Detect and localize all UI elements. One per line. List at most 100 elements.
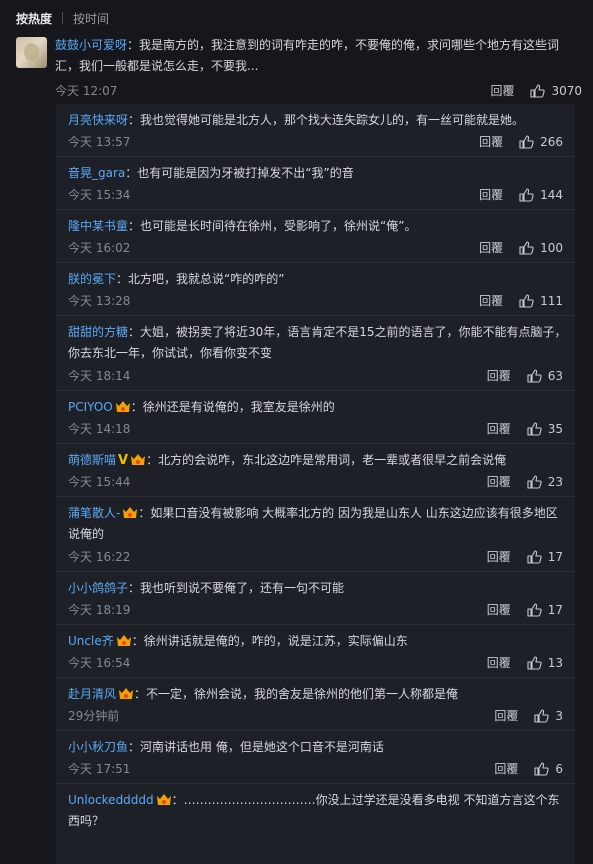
like-button[interactable]: 35 <box>527 422 563 436</box>
reply-button[interactable]: 回覆 <box>487 601 511 618</box>
reply-body: ：北方吧，我就总说“咋的咋的” <box>116 272 285 286</box>
like-button[interactable]: 144 <box>519 188 563 202</box>
like-count: 17 <box>547 602 563 617</box>
username-link[interactable]: PCIYOO <box>68 400 113 414</box>
username-link[interactable]: Unlockeddddd <box>68 793 154 807</box>
thumbs-up-icon <box>527 655 542 670</box>
fan-badge-icon <box>115 401 130 412</box>
username-link[interactable]: 鼓鼓小可爱呀 <box>55 38 127 52</box>
reply-button[interactable]: 回覆 <box>479 239 503 256</box>
username-link[interactable]: 隆中某书童 <box>68 219 128 233</box>
fan-badge-icon <box>119 688 134 699</box>
username-link[interactable]: 朕的冕下 <box>68 272 116 286</box>
like-button[interactable]: 17 <box>527 603 563 617</box>
reply-item: Unlockeddddd ：……………………………你没上过学还是没看多电视 不知道… <box>56 784 575 864</box>
sort-bar: 按热度 按时间 <box>16 8 109 28</box>
timestamp: 今天 15:44 <box>68 475 131 489</box>
sort-by-time-tab[interactable]: 按时间 <box>73 10 109 27</box>
reply-body: ：北方的会说咋，东北这边咋是常用词，老一辈或者很早之前会说俺 <box>146 453 507 467</box>
reply-body: ：河南讲话也用 俺，但是她这个口音不是河南话 <box>128 740 384 754</box>
timestamp: 今天 15:34 <box>68 188 131 202</box>
thumbs-up-icon <box>530 83 546 98</box>
thumbs-up-icon <box>519 293 534 308</box>
reply-item: 赴月清风 ：不一定，徐州会说，我的舍友是徐州的他们第一人称都是俺 29分钟前 回覆… <box>56 678 575 731</box>
reply-actions: 回覆 100 <box>479 239 563 256</box>
reply-item: 隆中某书童：也可能是长时间待在徐州，受影响了，徐州说“俺”。 今天 16:02 … <box>56 210 575 263</box>
username-link[interactable]: 甜甜的方糖 <box>68 325 128 339</box>
timestamp: 今天 13:57 <box>68 135 131 149</box>
reply-actions: 回覆 3 <box>494 707 563 724</box>
like-count: 6 <box>555 761 563 776</box>
reply-button[interactable]: 回覆 <box>487 473 511 490</box>
reply-button[interactable]: 回覆 <box>479 186 503 203</box>
reply-item: Uncle齐 ：徐州讲话就是俺的，咋的，说是江苏，实际偏山东 今天 16:54 回… <box>56 625 575 678</box>
reply-button[interactable]: 回覆 <box>487 548 511 565</box>
reply-item: 蒲笔散人- ：如果口音没有被影响 大概率北方的 因为我是山东人 山东这边应该有很多… <box>56 497 575 572</box>
timestamp: 今天 18:14 <box>68 369 131 383</box>
fan-badge-icon <box>156 794 171 805</box>
sort-by-hot-tab[interactable]: 按热度 <box>16 10 52 27</box>
reply-actions: 回覆 266 <box>479 133 563 150</box>
reply-button[interactable]: 回覆 <box>490 82 514 99</box>
username-link[interactable]: 音晃_gara <box>68 166 125 180</box>
like-button[interactable]: 6 <box>534 762 563 776</box>
username-link[interactable]: 赴月清风 <box>68 687 116 701</box>
reply-button[interactable]: 回覆 <box>494 760 518 777</box>
reply-button[interactable]: 回覆 <box>487 367 511 384</box>
reply-button[interactable]: 回覆 <box>487 654 511 671</box>
avatar[interactable] <box>16 37 47 68</box>
reply-actions: 回覆 17 <box>487 548 563 565</box>
timestamp: 今天 13:28 <box>68 294 131 308</box>
like-count: 63 <box>547 368 563 383</box>
reply-item: 月亮快来呀：我也觉得她可能是北方人，那个找大连失踪女儿的，有一丝可能就是她。 今… <box>56 104 575 157</box>
timestamp: 今天 16:02 <box>68 241 131 255</box>
fan-badge-icon <box>123 507 138 518</box>
like-button[interactable]: 100 <box>519 241 563 255</box>
username-link[interactable]: 蒲笔散人- <box>68 506 120 520</box>
like-button[interactable]: 17 <box>527 550 563 564</box>
reply-button[interactable]: 回覆 <box>479 133 503 150</box>
like-button[interactable]: 3 <box>534 709 563 723</box>
timestamp: 29分钟前 <box>68 709 120 723</box>
username-link[interactable]: 小小鸽鸽子 <box>68 581 128 595</box>
reply-body: ：我也听到说不要俺了，还有一句不可能 <box>128 581 345 595</box>
reply-item: 音晃_gara：也有可能是因为牙被打掉发不出“我”的音 今天 15:34 回覆 … <box>56 157 575 210</box>
reply-body: ：我也觉得她可能是北方人，那个找大连失踪女儿的，有一丝可能就是她。 <box>128 113 525 127</box>
like-count: 35 <box>547 421 563 436</box>
like-button[interactable]: 3070 <box>530 84 582 98</box>
fan-badge-icon <box>116 635 131 646</box>
thumbs-up-icon <box>519 187 534 202</box>
timestamp: 今天 18:19 <box>68 603 131 617</box>
like-count: 13 <box>547 655 563 670</box>
reply-body: ：如果口音没有被影响 大概率北方的 因为我是山东人 山东这边应该有很多地区说俺的 <box>68 506 558 541</box>
like-button[interactable]: 111 <box>519 294 563 308</box>
thumbs-up-icon <box>534 708 550 723</box>
timestamp: 今天 12:07 <box>55 84 118 98</box>
like-count: 100 <box>540 240 563 255</box>
reply-button[interactable]: 回覆 <box>479 292 503 309</box>
like-button[interactable]: 13 <box>527 656 563 670</box>
thumbs-up-icon <box>527 549 542 564</box>
like-button[interactable]: 23 <box>527 475 563 489</box>
reply-actions: 回覆 63 <box>487 367 563 384</box>
like-button[interactable]: 63 <box>527 369 563 383</box>
fan-badge-icon <box>131 454 146 465</box>
username-link[interactable]: 月亮快来呀 <box>68 113 128 127</box>
reply-item: 萌德斯喵 V ：北方的会说咋，东北这边咋是常用词，老一辈或者很早之前会说俺 今天 1… <box>56 444 575 497</box>
username-link[interactable]: 萌德斯喵 <box>68 453 116 467</box>
like-button[interactable]: 266 <box>519 135 563 149</box>
reply-button[interactable]: 回覆 <box>487 420 511 437</box>
timestamp: 今天 14:18 <box>68 422 131 436</box>
reply-button[interactable]: 回覆 <box>494 707 518 724</box>
reply-actions: 回覆 17 <box>487 601 563 618</box>
comment-text: 鼓鼓小可爱呀：我是南方的，我注意到的词有咋走的咋，不要俺的俺，求问哪些个地方有这… <box>55 35 575 77</box>
reply-item: 小小秋刀鱼：河南讲话也用 俺，但是她这个口音不是河南话 今天 17:51 回覆 … <box>56 731 575 784</box>
like-count: 266 <box>540 134 563 149</box>
comment-actions: 回覆 3070 <box>490 82 582 99</box>
username-link[interactable]: Uncle齐 <box>68 634 114 648</box>
reply-actions: 回覆 13 <box>487 654 563 671</box>
reply-actions: 回覆 23 <box>487 473 563 490</box>
reply-item: 小小鸽鸽子：我也听到说不要俺了，还有一句不可能 今天 18:19 回覆 17 <box>56 572 575 625</box>
reply-body: ：也可能是长时间待在徐州，受影响了，徐州说“俺”。 <box>128 219 417 233</box>
username-link[interactable]: 小小秋刀鱼 <box>68 740 128 754</box>
